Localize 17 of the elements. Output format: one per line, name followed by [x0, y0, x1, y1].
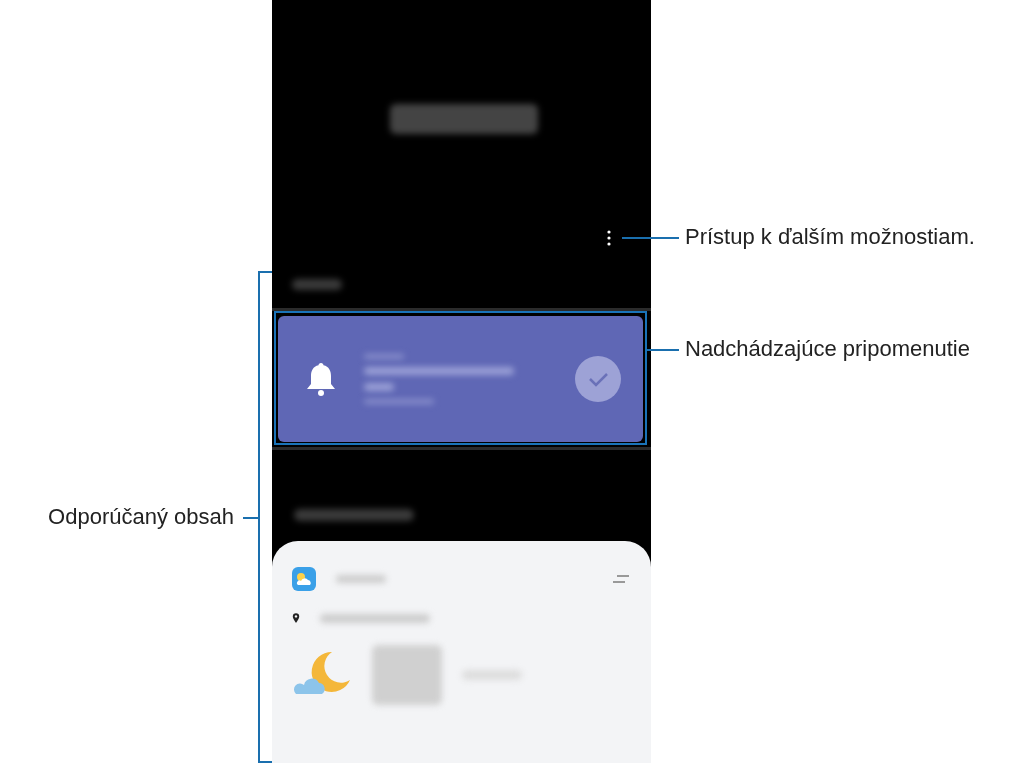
callout-label: Prístup k ďalším možnostiam. — [685, 224, 975, 250]
location-pin-icon — [292, 613, 300, 623]
leader-line — [622, 237, 679, 239]
weather-card[interactable] — [272, 541, 651, 763]
handle-icon[interactable] — [613, 575, 629, 583]
blurred-text — [364, 383, 394, 391]
blurred-heading — [292, 279, 342, 290]
leader-line — [243, 517, 260, 519]
callout-label: Nadchádzajúce pripomenutie — [685, 336, 970, 362]
weather-app-icon — [292, 567, 316, 591]
callout-label: Odporúčaný obsah — [48, 504, 234, 530]
more-options-icon[interactable] — [606, 230, 612, 246]
blurred-temperature — [372, 645, 442, 705]
blurred-text — [336, 575, 386, 583]
check-button[interactable] — [575, 356, 621, 402]
leader-line — [647, 349, 679, 351]
bell-icon — [306, 361, 336, 397]
